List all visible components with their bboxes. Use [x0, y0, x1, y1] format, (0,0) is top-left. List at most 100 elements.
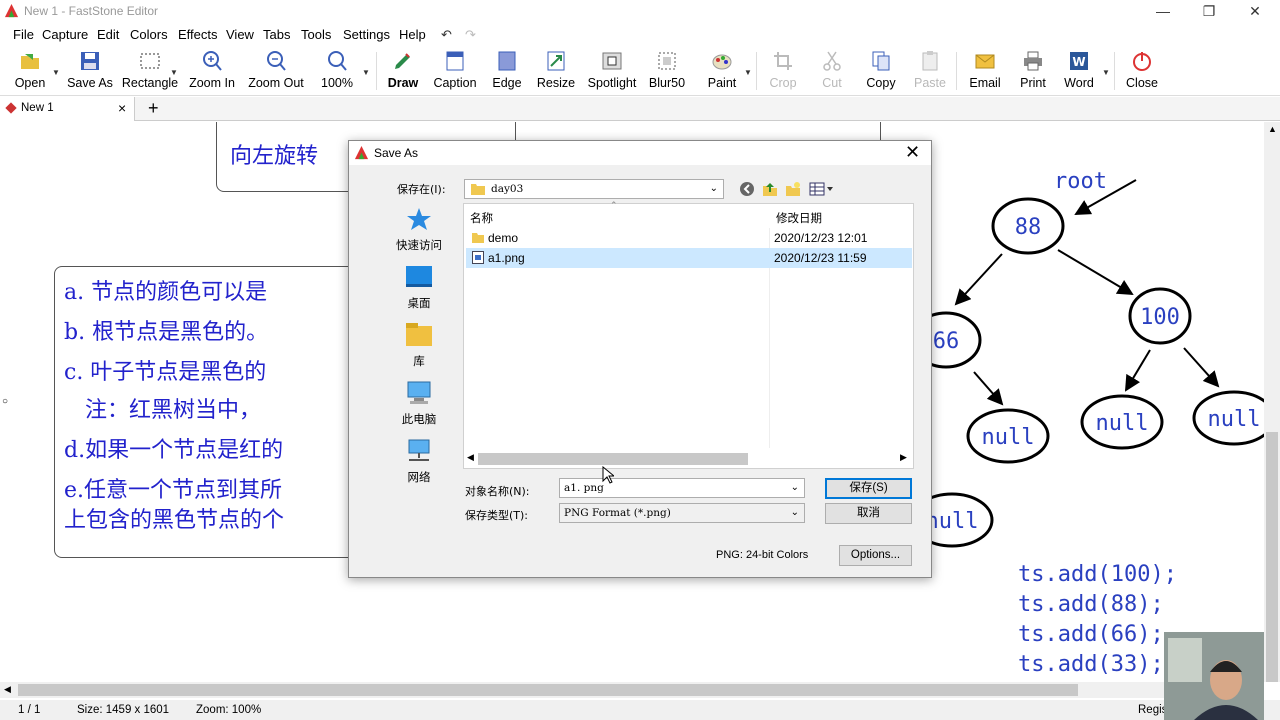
- filetype-select[interactable]: PNG Format (*.png) ⌄: [559, 503, 805, 523]
- menu-view[interactable]: View: [226, 27, 254, 42]
- column-header-name[interactable]: 名称: [470, 210, 493, 226]
- close-image-button[interactable]: Close: [1120, 48, 1164, 94]
- place-network[interactable]: 网络: [379, 439, 459, 497]
- tab-new-1[interactable]: New 1 ×: [0, 97, 135, 121]
- menu-effects[interactable]: Effects: [178, 27, 218, 42]
- email-envelope-icon: [975, 54, 995, 69]
- paint-dropdown-icon[interactable]: ▼: [744, 68, 752, 77]
- toolbar-separator: [1114, 52, 1115, 90]
- spotlight-button[interactable]: Spotlight: [584, 48, 640, 94]
- copy-button[interactable]: Copy: [860, 48, 902, 94]
- paste-icon: [922, 51, 938, 71]
- scroll-left-icon[interactable]: ◀: [4, 684, 11, 695]
- blur-icon: [658, 52, 676, 70]
- paste-button[interactable]: Paste: [908, 48, 952, 94]
- menu-capture[interactable]: Capture: [42, 27, 88, 42]
- place-this-pc[interactable]: 此电脑: [379, 381, 459, 439]
- menu-tabs[interactable]: Tabs: [263, 27, 290, 42]
- caption-button[interactable]: Caption: [430, 48, 480, 94]
- blur-button[interactable]: Blur50: [644, 48, 690, 94]
- menu-settings[interactable]: Settings: [343, 27, 390, 42]
- format-info: PNG: 24-bit Colors: [716, 549, 809, 561]
- print-button[interactable]: Print: [1012, 48, 1054, 94]
- word-button[interactable]: W Word: [1058, 48, 1100, 94]
- rectangle-dropdown-icon[interactable]: ▼: [170, 68, 178, 77]
- cut-button[interactable]: Cut: [812, 48, 852, 94]
- open-dropdown-icon[interactable]: ▼: [52, 68, 60, 77]
- place-libraries[interactable]: 库: [379, 323, 459, 381]
- horizontal-scrollbar[interactable]: ◀: [0, 682, 1264, 698]
- file-row-demo[interactable]: demo 2020/12/23 12:01: [466, 228, 912, 248]
- resize-handle-icon[interactable]: ○: [2, 396, 8, 407]
- sort-ascending-icon: ⌃: [610, 200, 618, 210]
- vertical-scrollbar[interactable]: ▲: [1264, 122, 1280, 682]
- file-row-a1-png[interactable]: a1.png 2020/12/23 11:59: [466, 248, 912, 268]
- options-button[interactable]: Options...: [839, 545, 912, 566]
- tab-close-icon[interactable]: ×: [118, 100, 126, 116]
- zoom-dropdown-icon[interactable]: ▼: [362, 68, 370, 77]
- horizontal-scroll-thumb[interactable]: [18, 684, 1078, 696]
- tab-bar: New 1 × +: [0, 97, 1280, 121]
- save-as-button[interactable]: Save As: [64, 48, 116, 94]
- crop-icon: [774, 52, 792, 70]
- chevron-down-icon: ⌄: [709, 183, 718, 194]
- svg-text:null: null: [926, 509, 979, 534]
- draw-button[interactable]: Draw: [382, 48, 424, 94]
- edge-button[interactable]: Edge: [486, 48, 528, 94]
- redo-icon[interactable]: ↷: [465, 27, 476, 43]
- new-folder-icon[interactable]: [785, 181, 801, 197]
- minimize-button[interactable]: —: [1140, 0, 1186, 22]
- menu-tools[interactable]: Tools: [301, 27, 331, 42]
- view-menu-icon[interactable]: [809, 181, 835, 197]
- file-list-scroll-thumb[interactable]: [478, 453, 748, 465]
- crop-button[interactable]: Crop: [762, 48, 804, 94]
- place-quick-access[interactable]: 快速访问: [379, 207, 459, 265]
- zoom-out-button[interactable]: Zoom Out: [244, 48, 308, 94]
- faststone-logo-icon: [354, 145, 369, 160]
- save-button[interactable]: 保存(S): [825, 478, 912, 499]
- scroll-left-icon[interactable]: ◀: [467, 452, 474, 463]
- tree-node-null: null: [966, 408, 1050, 464]
- file-list[interactable]: 名称 ⌃ 修改日期 demo 2020/12/23 12:01 a1.png 2…: [463, 200, 914, 469]
- up-folder-icon[interactable]: [762, 181, 778, 197]
- star-icon: [407, 208, 431, 230]
- zoom-out-icon: [267, 51, 286, 71]
- menu-help[interactable]: Help: [399, 27, 426, 42]
- email-button[interactable]: Email: [964, 48, 1006, 94]
- caption-icon: [446, 51, 464, 71]
- toolbar-separator: [956, 52, 957, 90]
- vertical-scroll-thumb[interactable]: [1266, 432, 1278, 682]
- filetype-label: 保存类型(T):: [465, 509, 529, 522]
- status-page: 1 / 1: [18, 704, 41, 716]
- menu-file[interactable]: File: [13, 27, 34, 42]
- save-in-label: 保存在(I):: [397, 183, 446, 196]
- place-desktop[interactable]: 桌面: [379, 265, 459, 323]
- scroll-right-icon[interactable]: ▶: [900, 452, 907, 463]
- cancel-button[interactable]: 取消: [825, 503, 912, 524]
- column-header-modified[interactable]: 修改日期: [776, 210, 822, 226]
- filename-input[interactable]: a1. png ⌄: [559, 478, 805, 498]
- resize-button[interactable]: Resize: [534, 48, 578, 94]
- rectangle-select-icon: [140, 53, 160, 69]
- rule-e: e.任意一个节点到其所: [64, 478, 283, 503]
- save-in-folder-select[interactable]: day03 ⌄: [464, 179, 724, 199]
- word-dropdown-icon[interactable]: ▼: [1102, 68, 1110, 77]
- scroll-up-icon[interactable]: ▲: [1268, 124, 1277, 134]
- file-list-hscroll[interactable]: ◀ ▶: [464, 448, 913, 468]
- paint-button[interactable]: Paint: [700, 48, 744, 94]
- edge-icon: [498, 51, 516, 71]
- zoom-in-button[interactable]: Zoom In: [186, 48, 238, 94]
- dialog-close-button[interactable]: ✕: [905, 142, 920, 163]
- rule-e-cont: 上包含的黑色节点的个: [64, 508, 285, 533]
- chevron-down-icon[interactable]: ⌄: [791, 482, 799, 493]
- zoom-level-button[interactable]: 100%: [316, 48, 358, 94]
- restore-button[interactable]: ❐: [1186, 0, 1232, 22]
- undo-icon[interactable]: ↶: [441, 27, 452, 43]
- open-button[interactable]: Open: [8, 48, 52, 94]
- new-tab-button[interactable]: +: [148, 98, 159, 119]
- menu-colors[interactable]: Colors: [130, 27, 168, 42]
- menu-edit[interactable]: Edit: [97, 27, 119, 42]
- filename-label: 对象名称(N):: [465, 485, 530, 498]
- back-icon[interactable]: [739, 181, 755, 197]
- close-window-button[interactable]: ✕: [1232, 0, 1278, 22]
